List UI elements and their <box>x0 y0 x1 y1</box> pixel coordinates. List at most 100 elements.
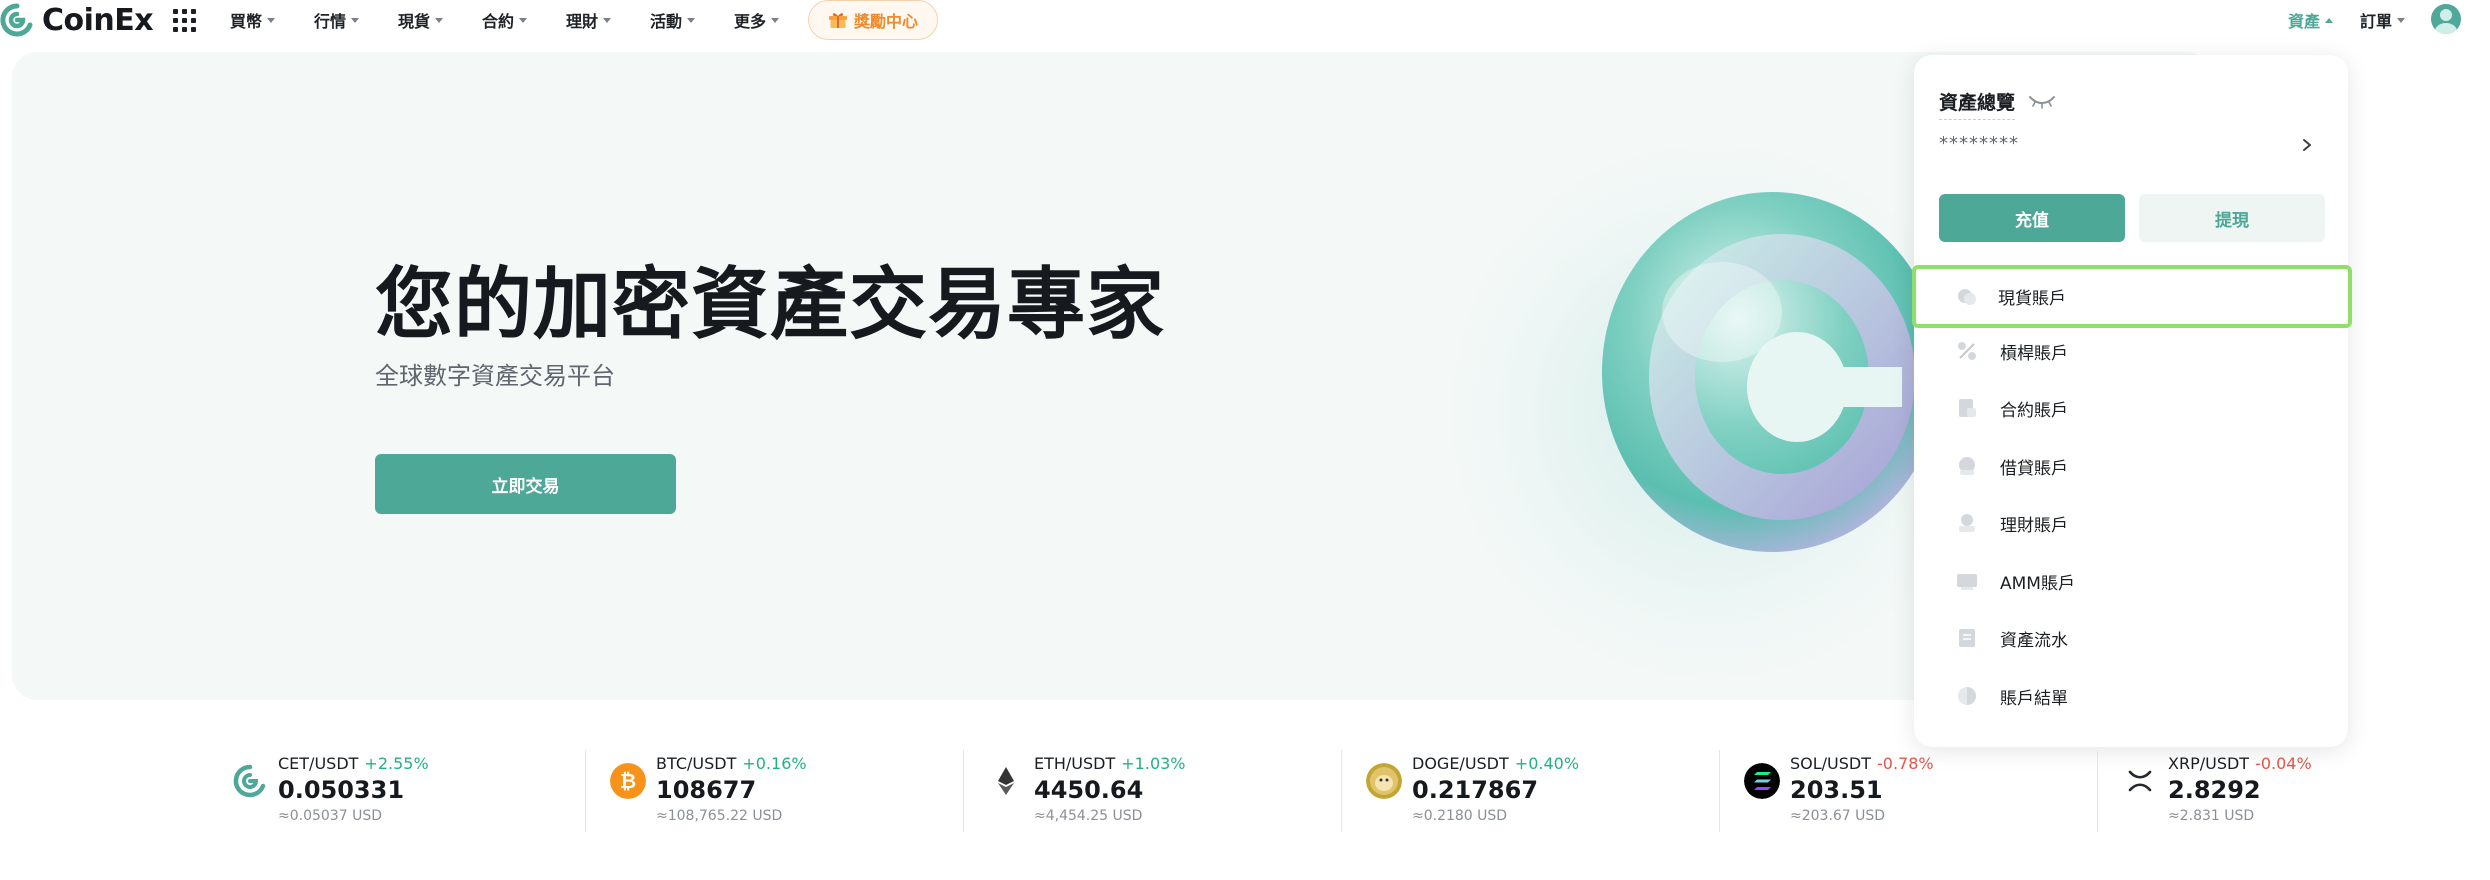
nav-more[interactable]: 更多 <box>734 8 780 32</box>
ticker-usd-value: ≈2.831 USD <box>2168 808 2255 824</box>
menu-item-asset-history[interactable]: 資產流水 <box>1914 610 2348 666</box>
divider <box>1719 750 1720 832</box>
menu-item-label: 槓桿賬戶 <box>2000 343 2068 364</box>
ticker-pair: CET/USDT +2.55% <box>278 754 429 773</box>
brand-name: CoinEx <box>42 2 154 38</box>
menu-item-futures-account[interactable]: 合約賬戶 <box>1914 380 2348 436</box>
pair-label: ETH/USDT <box>1034 754 1116 773</box>
change-percent: +0.16% <box>742 754 807 773</box>
chevron-down-icon <box>267 17 276 23</box>
reward-center-button[interactable]: 獎勵中心 <box>808 0 938 40</box>
eye-closed-icon[interactable] <box>2027 93 2057 109</box>
chevron-down-icon <box>2397 17 2406 23</box>
menu-item-loan-account[interactable]: 借貸賬戶 <box>1914 438 2348 494</box>
ticker-usd-value: ≈0.2180 USD <box>1412 808 1508 824</box>
account-statement-icon <box>1958 687 1976 705</box>
apps-grid-icon[interactable] <box>172 8 196 32</box>
btc-coin-icon: ₿ <box>610 763 646 799</box>
amm-account-icon <box>1957 574 1977 590</box>
ticker-pair: ETH/USDT +1.03% <box>1034 754 1186 773</box>
menu-item-label: AMM賬戶 <box>2000 573 2075 594</box>
ticker-price: 2.8292 <box>2168 776 2261 804</box>
eth-coin-icon <box>998 767 1014 795</box>
nav-label: 資產 <box>2288 12 2321 31</box>
coinex-logo[interactable]: CoinEx <box>0 0 154 40</box>
asset-overview-title[interactable]: 資產總覽 <box>1939 88 2016 120</box>
nav-label: 合約 <box>482 12 515 31</box>
menu-item-account-statement[interactable]: 賬戶結單 <box>1914 668 2348 724</box>
chevron-down-icon <box>435 17 444 23</box>
nav-label: 現貨 <box>398 12 431 31</box>
chevron-down-icon <box>603 17 612 23</box>
sol-coin-icon <box>1744 763 1780 799</box>
hero-banner: 您的加密資產交易專家 全球數字資產交易平台 立即交易 <box>12 52 2212 700</box>
ticker-price: 203.51 <box>1790 776 1883 804</box>
nav-label: 訂單 <box>2360 12 2393 31</box>
pair-label: BTC/USDT <box>656 754 737 773</box>
nav-assets[interactable]: 資產 <box>2288 8 2334 32</box>
menu-item-label: 賬戶結單 <box>2000 688 2068 709</box>
ticker-price: 0.050331 <box>278 776 405 804</box>
menu-item-spot-account[interactable]: 現貨賬戶 <box>1912 265 2352 328</box>
doge-coin-icon <box>1366 763 1402 799</box>
masked-balance: ******** <box>1939 133 2019 154</box>
nav-label: 買幣 <box>230 12 263 31</box>
ticker-pair: XRP/USDT -0.04% <box>2168 754 2312 773</box>
menu-item-label: 資產流水 <box>2000 630 2068 651</box>
nav-buy-crypto[interactable]: 買幣 <box>230 8 276 32</box>
change-percent: +0.40% <box>1514 754 1580 773</box>
chevron-down-icon <box>687 17 696 23</box>
ticker-usd-value: ≈203.67 USD <box>1790 808 1886 824</box>
ticker-price: 0.217867 <box>1412 776 1539 804</box>
withdraw-button[interactable]: 提現 <box>2139 194 2325 242</box>
menu-item-label: 合約賬戶 <box>2000 400 2068 421</box>
trade-now-button[interactable]: 立即交易 <box>375 454 676 514</box>
nav-orders[interactable]: 訂單 <box>2360 8 2406 32</box>
assets-dropdown: 資產總覽 ******** 充值 提現 現貨賬戶 槓桿賬戶 合約賬戶 借貸賬戶 … <box>1912 55 2352 747</box>
nav-markets[interactable]: 行情 <box>314 8 360 32</box>
coinex-logo-icon <box>0 3 33 37</box>
spot-account-icon <box>1958 288 1976 305</box>
nav-finance[interactable]: 理財 <box>566 8 612 32</box>
futures-account-icon <box>1959 399 1976 417</box>
gift-icon <box>828 13 847 28</box>
ticker-pair: DOGE/USDT +0.40% <box>1412 754 1579 773</box>
nav-activities[interactable]: 活動 <box>650 8 696 32</box>
divider <box>585 750 586 832</box>
change-percent: +2.55% <box>364 754 429 773</box>
pair-label: XRP/USDT <box>2168 754 2250 773</box>
user-avatar[interactable] <box>2431 4 2461 34</box>
ticker-pair: SOL/USDT -0.78% <box>1790 754 1934 773</box>
hero-subtitle: 全球數字資產交易平台 <box>375 362 615 390</box>
menu-item-label: 理財賬戶 <box>2000 515 2068 536</box>
pair-label: CET/USDT <box>278 754 359 773</box>
pair-label: DOGE/USDT <box>1412 754 1509 773</box>
pair-label: SOL/USDT <box>1790 754 1872 773</box>
ticker-usd-value: ≈0.05037 USD <box>278 808 382 824</box>
change-percent: +1.03% <box>1121 754 1186 773</box>
menu-item-amm-account[interactable]: AMM賬戶 <box>1914 553 2348 609</box>
divider <box>963 750 964 832</box>
chevron-right-icon[interactable] <box>2300 135 2314 155</box>
coinex-3d-logo-icon <box>1602 192 1942 552</box>
change-percent: -0.78% <box>1877 754 1934 773</box>
financial-account-icon <box>1959 514 1975 532</box>
ticker-pair: BTC/USDT +0.16% <box>656 754 807 773</box>
chevron-down-icon <box>519 17 528 23</box>
deposit-button[interactable]: 充值 <box>1939 194 2125 242</box>
reward-center-label: 獎勵中心 <box>853 12 918 31</box>
nav-label: 更多 <box>734 12 767 31</box>
chevron-up-icon <box>2325 17 2334 23</box>
chevron-down-icon <box>351 17 360 23</box>
nav-futures[interactable]: 合約 <box>482 8 528 32</box>
menu-item-margin-account[interactable]: 槓桿賬戶 <box>1914 323 2348 379</box>
cet-coin-icon <box>233 764 266 798</box>
xrp-coin-icon <box>2128 770 2152 792</box>
menu-item-financial-account[interactable]: 理財賬戶 <box>1914 495 2348 551</box>
ticker-price: 108677 <box>656 776 757 804</box>
ticker-usd-value: ≈108,765.22 USD <box>656 808 783 824</box>
nav-spot[interactable]: 現貨 <box>398 8 444 32</box>
divider <box>2097 750 2098 832</box>
hero-title: 您的加密資產交易專家 <box>375 260 1166 350</box>
ticker-price: 4450.64 <box>1034 776 1144 804</box>
